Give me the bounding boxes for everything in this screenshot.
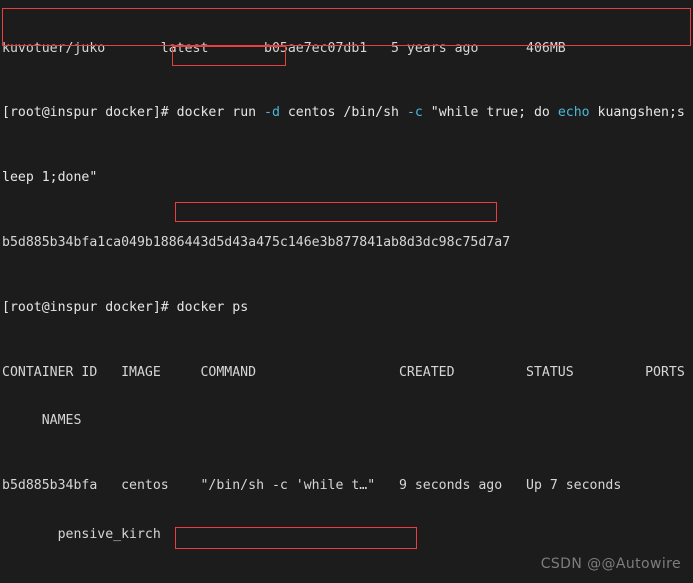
run-output-container-id: b5d885b34bfa1ca049b1886443d5d43a475c146e…: [2, 235, 511, 250]
command-line-docker-ps-1[interactable]: [root@inspur docker]# docker ps: [2, 300, 693, 316]
ps-table-row-1: b5d885b34bfa centos "/bin/sh -c 'while t…: [2, 478, 693, 494]
scrollback-created: 5 years ago: [367, 40, 479, 56]
scrollback-imageid: b05ae7ec07db1: [264, 40, 368, 56]
run-cmd-part-4: kuangshen;s: [589, 105, 685, 121]
csdn-watermark: CSDN @@Autowire: [540, 555, 681, 572]
command-line-docker-run[interactable]: [root@inspur docker]# docker run -d cent…: [2, 105, 693, 121]
scrollback-tag: latest: [105, 40, 265, 56]
run-cmd-part-1: docker run: [176, 105, 265, 121]
ps-table-header-1-wrapped: NAMES: [2, 413, 82, 429]
run-flag-c: -c: [406, 105, 423, 121]
ps-table-header-1: CONTAINER ID IMAGE COMMAND CREATED STATU…: [2, 364, 685, 380]
ps-table-row-1-names: pensive_kirch: [2, 526, 161, 542]
run-cmd-part-2: centos /bin/sh: [279, 105, 407, 121]
shell-prompt: [root@inspur docker]#: [2, 299, 177, 315]
ps-command-text: docker ps: [176, 299, 249, 315]
terminal-window[interactable]: kuvotuer/juko latest b05ae7ec07db1 5 yea…: [0, 0, 693, 583]
ps-row-1-text: b5d885b34bfa centos "/bin/sh -c 'while t…: [2, 477, 622, 493]
shell-prompt: [root@inspur docker]#: [2, 105, 177, 121]
run-echo-keyword: echo: [557, 105, 590, 121]
scrollback-partial-line: kuvotuer/juko latest b05ae7ec07db1 5 yea…: [2, 41, 693, 57]
command-line-docker-run-wrapped: leep 1;done": [2, 170, 98, 186]
scrollback-text: kuvotuer/juko: [2, 40, 106, 56]
run-cmd-part-3: "while true; do: [422, 105, 558, 121]
run-flag-d: -d: [264, 105, 280, 121]
scrollback-size: 406MB: [478, 40, 566, 56]
terminal-screen[interactable]: kuvotuer/juko latest b05ae7ec07db1 5 yea…: [2, 0, 693, 583]
